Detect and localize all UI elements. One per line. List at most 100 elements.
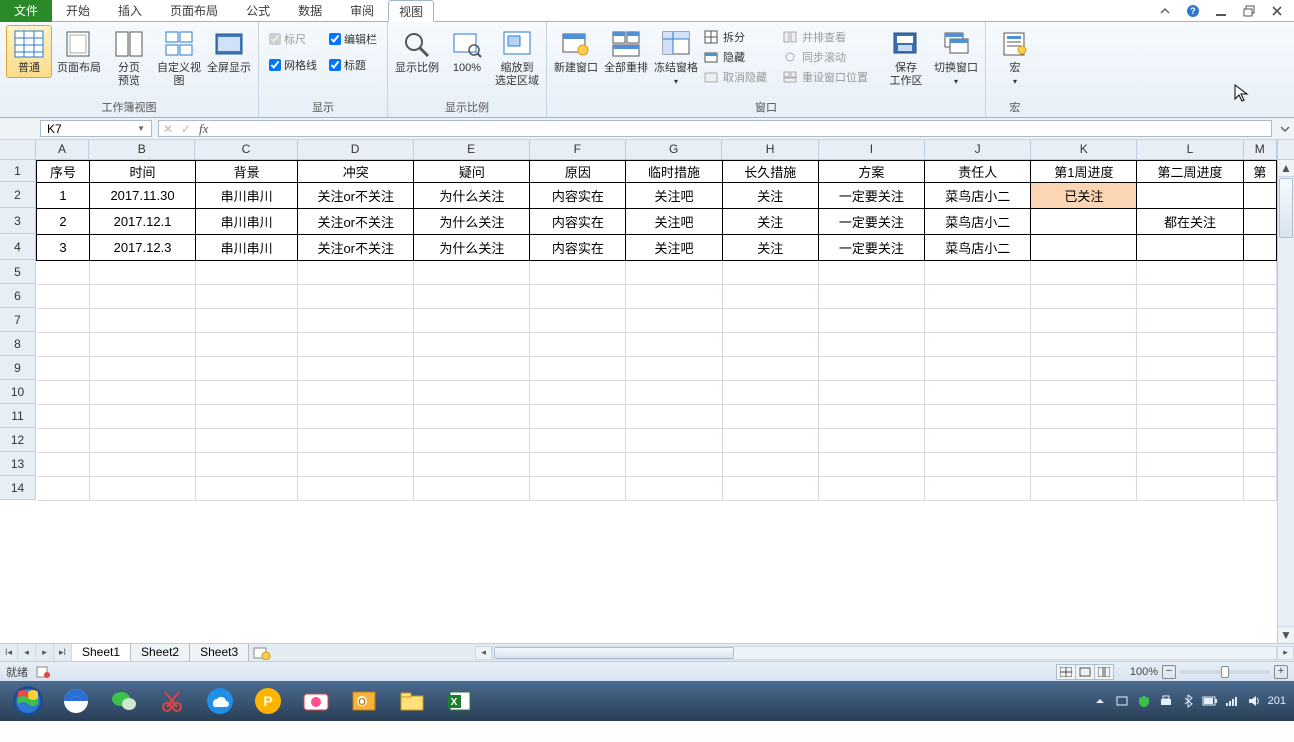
sheet-tab[interactable]: Sheet2: [131, 644, 190, 661]
table-cell[interactable]: [626, 357, 722, 381]
table-cell[interactable]: 串川串川: [196, 209, 298, 235]
table-cell[interactable]: [530, 285, 626, 309]
column-header[interactable]: B: [89, 140, 195, 160]
table-cell[interactable]: [1031, 209, 1137, 235]
tray-up-icon[interactable]: [1092, 693, 1108, 709]
table-cell[interactable]: 关注or不关注: [298, 235, 414, 261]
table-cell[interactable]: [1243, 381, 1276, 405]
table-cell[interactable]: [1243, 235, 1276, 261]
column-header[interactable]: J: [925, 140, 1031, 160]
table-cell[interactable]: [818, 405, 924, 429]
table-cell[interactable]: [1243, 261, 1276, 285]
table-cell[interactable]: 关注吧: [626, 209, 722, 235]
table-cell[interactable]: [818, 429, 924, 453]
table-cell[interactable]: [1031, 357, 1137, 381]
table-cell[interactable]: [298, 285, 414, 309]
table-cell[interactable]: [37, 453, 90, 477]
table-cell[interactable]: 为什么关注: [414, 235, 530, 261]
table-cell[interactable]: [89, 357, 195, 381]
macros-button[interactable]: 宏▾: [992, 25, 1038, 91]
table-cell[interactable]: [1243, 285, 1276, 309]
table-cell[interactable]: [1137, 285, 1243, 309]
restore-icon[interactable]: [1238, 2, 1260, 20]
row-header[interactable]: 7: [0, 308, 36, 332]
macro-record-icon[interactable]: [36, 665, 50, 679]
tray-shield-icon[interactable]: [1136, 693, 1152, 709]
table-cell[interactable]: [925, 477, 1031, 501]
cancel-formula-icon[interactable]: ✕: [159, 121, 177, 136]
table-cell[interactable]: [530, 381, 626, 405]
table-cell[interactable]: [818, 333, 924, 357]
view-page-break-button[interactable]: 分页 预览: [106, 25, 152, 91]
scroll-left-icon[interactable]: ◂: [475, 646, 492, 660]
table-cell[interactable]: [89, 477, 195, 501]
table-cell[interactable]: [818, 381, 924, 405]
table-cell[interactable]: [1031, 261, 1137, 285]
table-cell[interactable]: 都在关注: [1137, 209, 1243, 235]
table-header-cell[interactable]: 序号: [37, 161, 90, 183]
table-cell[interactable]: [89, 405, 195, 429]
table-cell[interactable]: [818, 357, 924, 381]
row-header[interactable]: 11: [0, 404, 36, 428]
table-cell[interactable]: 2017.12.3: [89, 235, 195, 261]
tab-home[interactable]: 开始: [52, 0, 104, 22]
table-cell[interactable]: [196, 261, 298, 285]
tab-layout[interactable]: 页面布局: [156, 0, 232, 22]
table-header-cell[interactable]: 第二周进度: [1137, 161, 1243, 183]
start-button[interactable]: [4, 682, 52, 720]
table-cell[interactable]: [1137, 357, 1243, 381]
table-cell[interactable]: [1137, 309, 1243, 333]
split-button[interactable]: 拆分: [703, 27, 767, 47]
table-cell[interactable]: [1031, 381, 1137, 405]
table-cell[interactable]: [530, 309, 626, 333]
table-cell[interactable]: 串川串川: [196, 235, 298, 261]
table-cell[interactable]: [925, 285, 1031, 309]
custom-views-button[interactable]: 自定义视图: [156, 25, 202, 91]
table-cell[interactable]: [196, 453, 298, 477]
zoom-button[interactable]: 显示比例: [394, 25, 440, 78]
taskbar-pp-icon[interactable]: P: [244, 682, 292, 720]
table-cell[interactable]: [196, 285, 298, 309]
table-cell[interactable]: 一定要关注: [818, 183, 924, 209]
table-header-cell[interactable]: 第: [1243, 161, 1276, 183]
zoom-in-button[interactable]: +: [1274, 665, 1288, 679]
switch-windows-button[interactable]: 切换窗口▾: [933, 25, 979, 91]
table-cell[interactable]: [1137, 183, 1243, 209]
table-header-cell[interactable]: 第1周进度: [1031, 161, 1137, 183]
column-header[interactable]: E: [414, 140, 530, 160]
table-cell[interactable]: [818, 309, 924, 333]
select-all-corner[interactable]: [0, 140, 36, 160]
gridlines-checkbox[interactable]: 网格线: [269, 57, 317, 73]
table-cell[interactable]: [89, 309, 195, 333]
table-cell[interactable]: [1031, 405, 1137, 429]
tab-nav-prev-icon[interactable]: ◂: [18, 644, 36, 661]
row-header[interactable]: 1: [0, 160, 36, 182]
table-header-cell[interactable]: 背景: [196, 161, 298, 183]
table-cell[interactable]: [1243, 453, 1276, 477]
column-header[interactable]: A: [36, 140, 89, 160]
table-cell[interactable]: [626, 453, 722, 477]
table-cell[interactable]: [722, 405, 818, 429]
hide-button[interactable]: 隐藏: [703, 47, 767, 67]
table-cell[interactable]: 2017.11.30: [89, 183, 195, 209]
table-cell[interactable]: 内容实在: [530, 209, 626, 235]
tray-clock[interactable]: 201: [1268, 695, 1286, 707]
fx-icon[interactable]: fx: [195, 121, 212, 137]
table-cell[interactable]: [818, 477, 924, 501]
zoom-slider[interactable]: [1180, 670, 1270, 674]
table-cell[interactable]: [722, 261, 818, 285]
table-cell[interactable]: 串川串川: [196, 183, 298, 209]
row-header[interactable]: 3: [0, 208, 36, 234]
taskbar-excel-icon[interactable]: X: [436, 682, 484, 720]
table-cell[interactable]: [530, 405, 626, 429]
table-cell[interactable]: 关注: [722, 235, 818, 261]
table-cell[interactable]: [626, 285, 722, 309]
name-box[interactable]: K7 ▼: [40, 120, 152, 137]
table-cell[interactable]: [722, 333, 818, 357]
table-cell[interactable]: [89, 453, 195, 477]
table-cell[interactable]: [414, 381, 530, 405]
table-cell[interactable]: [298, 405, 414, 429]
table-cell[interactable]: [1137, 261, 1243, 285]
table-cell[interactable]: [37, 333, 90, 357]
table-cell[interactable]: [530, 429, 626, 453]
